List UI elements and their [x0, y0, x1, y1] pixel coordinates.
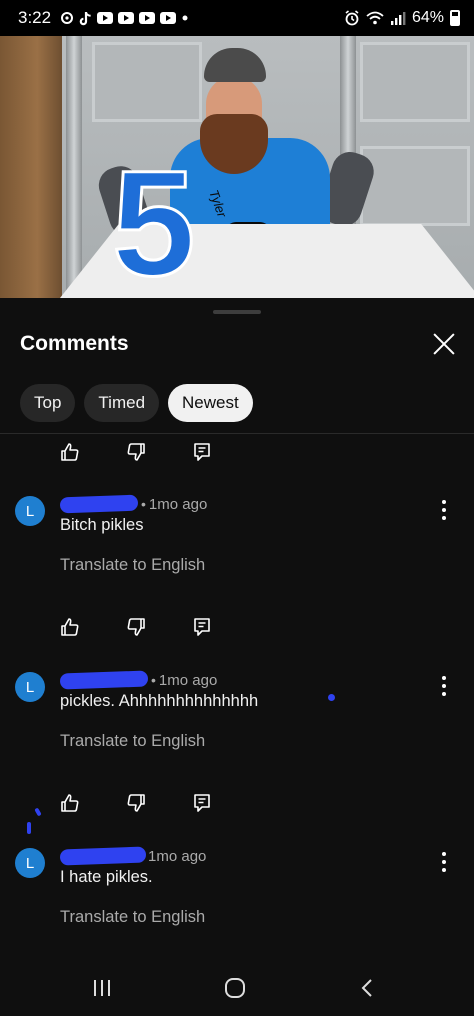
avatar[interactable]: L — [15, 672, 45, 702]
battery-icon — [450, 10, 460, 26]
like-icon[interactable] — [58, 791, 82, 815]
status-time: 3:22 — [18, 8, 52, 27]
scribble-mark — [34, 807, 42, 817]
comment-item: L • 1mo ago Bitch pikles Translate to En… — [0, 494, 474, 594]
comment-text: I hate pikles. — [60, 868, 153, 886]
translate-link[interactable]: Translate to English — [60, 908, 205, 927]
redacted-author-name — [59, 846, 147, 866]
comment-text: Bitch pikles — [60, 516, 144, 534]
close-button[interactable] — [430, 330, 458, 358]
signal-icon — [390, 11, 406, 25]
comment-meta: 1mo ago — [59, 846, 207, 866]
video-scene-cap — [204, 48, 266, 82]
filter-chip-top[interactable]: Top — [20, 384, 76, 422]
alarm-icon — [344, 10, 360, 26]
comment-actions — [58, 440, 214, 464]
comment-item: L • 1mo ago pickles. Ahhhhhhhhhhhhhh Tra… — [0, 670, 474, 770]
tiktok-icon — [79, 11, 92, 26]
more-options-icon[interactable] — [436, 676, 452, 696]
video-scene-panel — [92, 42, 202, 122]
video-scene-panel — [360, 42, 470, 122]
comments-title: Comments — [20, 332, 129, 355]
back-icon[interactable] — [348, 974, 388, 1002]
reply-icon[interactable] — [190, 615, 214, 639]
redacted-author-name — [59, 494, 139, 514]
comment-actions — [58, 791, 214, 815]
youtube-icon — [118, 12, 135, 24]
redacted-author-name — [59, 670, 149, 690]
comments-sheet: Comments Top Timed Newest L • 1mo ago Bi… — [0, 300, 474, 960]
recent-apps-icon[interactable] — [82, 974, 122, 1002]
translate-link[interactable]: Translate to English — [60, 732, 205, 751]
filter-chip-newest[interactable]: Newest — [168, 384, 253, 422]
youtube-icon — [160, 12, 177, 24]
youtube-icon — [139, 12, 156, 24]
dislike-icon[interactable] — [124, 615, 148, 639]
scribble-mark — [328, 694, 335, 701]
comment-filter-chips: Top Timed Newest — [20, 384, 253, 422]
reply-icon[interactable] — [190, 440, 214, 464]
comment-timestamp: 1mo ago — [148, 495, 208, 513]
youtube-icon — [97, 12, 114, 24]
battery-percent: 64% — [411, 9, 444, 26]
drag-handle[interactable] — [213, 310, 261, 314]
wifi-icon — [366, 11, 384, 25]
like-icon[interactable] — [58, 615, 82, 639]
system-nav-bar — [0, 960, 474, 1016]
dislike-icon[interactable] — [124, 791, 148, 815]
divider — [0, 433, 474, 434]
comment-timestamp: 1mo ago — [158, 671, 218, 689]
threads-icon — [60, 11, 74, 25]
translate-link[interactable]: Translate to English — [60, 556, 205, 575]
avatar[interactable]: L — [15, 496, 45, 526]
video-scene-panel — [360, 146, 470, 226]
video-overlay-number: 5 — [110, 139, 196, 299]
comment-actions — [58, 615, 214, 639]
meta-separator: • — [141, 496, 146, 512]
reply-icon[interactable] — [190, 791, 214, 815]
status-bar: 3:22 64% — [0, 0, 474, 36]
video-scene-rail — [66, 36, 82, 298]
comment-item: L 1mo ago I hate pikles. Translate to En… — [0, 846, 474, 946]
more-options-icon[interactable] — [436, 852, 452, 872]
video-player[interactable]: Tyler 5 — [0, 36, 474, 298]
dot-icon — [181, 14, 189, 22]
comment-timestamp: 1mo ago — [148, 847, 207, 865]
meta-separator: • — [151, 672, 156, 688]
home-icon[interactable] — [215, 974, 255, 1002]
dislike-icon[interactable] — [124, 440, 148, 464]
avatar[interactable]: L — [15, 848, 45, 878]
video-scene-wall — [0, 36, 62, 298]
scribble-mark — [27, 822, 31, 834]
comment-meta: • 1mo ago — [59, 494, 208, 514]
filter-chip-timed[interactable]: Timed — [84, 384, 160, 422]
comment-text: pickles. Ahhhhhhhhhhhhhh — [60, 692, 259, 710]
comment-meta: • 1mo ago — [59, 670, 218, 690]
like-icon[interactable] — [58, 440, 82, 464]
more-options-icon[interactable] — [436, 500, 452, 520]
